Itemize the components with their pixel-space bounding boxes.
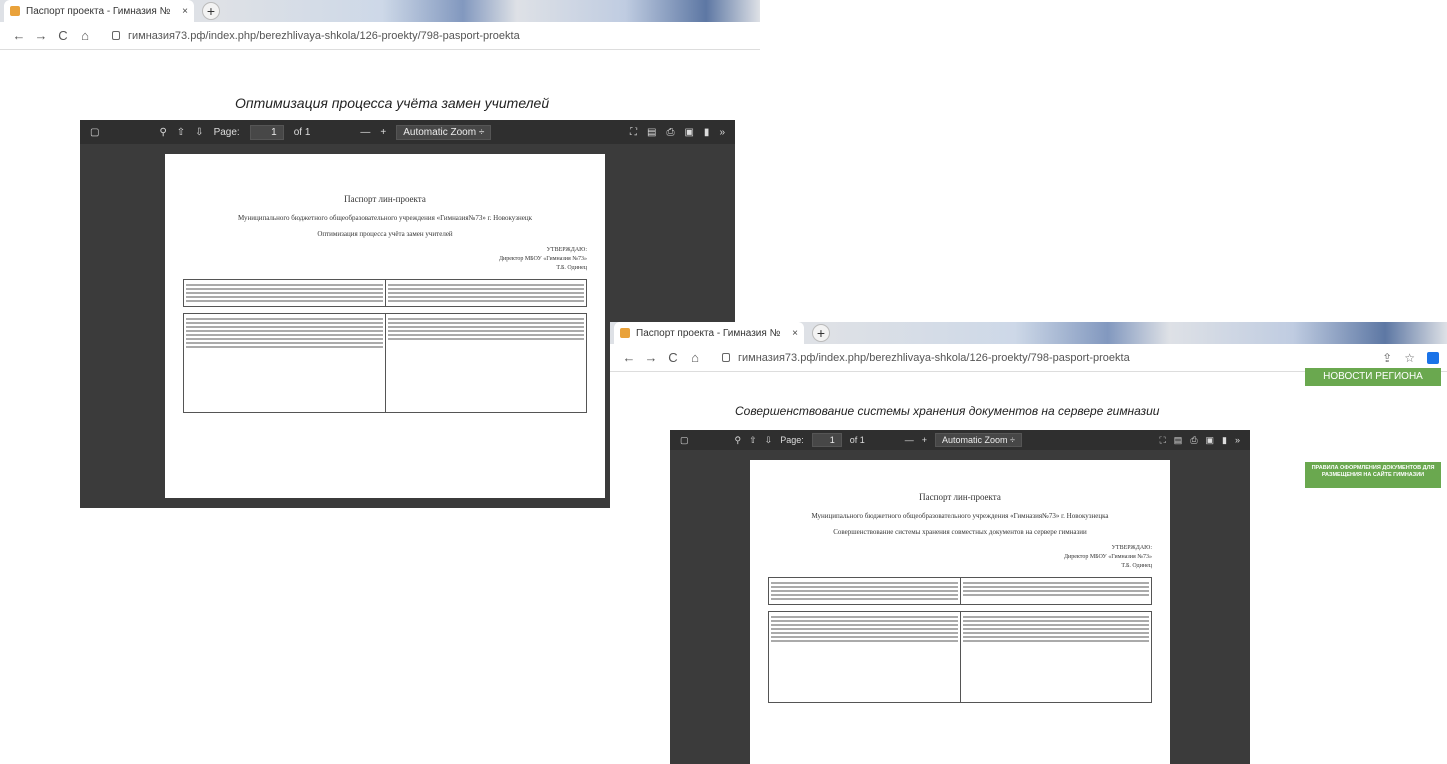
print-icon[interactable]: ⎙	[1190, 435, 1197, 446]
search-icon[interactable]: ⚲	[159, 127, 166, 138]
share-icon[interactable]: ⇪	[1382, 351, 1392, 365]
sidebar-toggle-icon[interactable]: ▢	[680, 435, 689, 446]
approval-director: Директор МБОУ «Гимназия №73»	[498, 256, 587, 262]
page-label: Page:	[213, 126, 240, 138]
download-icon[interactable]: ▣	[1206, 435, 1215, 446]
bookmark-icon[interactable]: ▮	[704, 127, 710, 138]
tab-title: Паспорт проекта - Гимназия №	[26, 5, 171, 17]
tab-bar: Паспорт проекта - Гимназия № × +	[610, 322, 1447, 344]
approval-label: УТВЕРЖДАЮ:	[1111, 545, 1152, 551]
screenshot-2: Паспорт проекта - Гимназия № × + ← → C ⌂…	[610, 322, 1447, 764]
home-icon[interactable]: ⌂	[684, 350, 706, 365]
close-tab-icon[interactable]: ×	[792, 328, 798, 339]
doc-organization: Муниципального бюджетного общеобразовате…	[237, 214, 533, 222]
presentation-icon[interactable]: ⛶	[1159, 435, 1165, 446]
tools-menu-button[interactable]: »	[1235, 435, 1240, 445]
new-tab-button[interactable]: +	[202, 2, 220, 20]
prev-page-icon[interactable]: ⇧	[749, 435, 757, 446]
doc-cell-right	[961, 612, 1152, 702]
address-bar: ← → C ⌂ гимназия73.рф/index.php/berezhli…	[0, 22, 760, 50]
doc-table-top	[183, 279, 587, 307]
approval-name: Т.Б. Одинец	[556, 265, 587, 271]
doc-cell-right	[386, 280, 587, 306]
doc-approval: УТВЕРЖДАЮ: Директор МБОУ «Гимназия №73» …	[768, 544, 1152, 571]
url-field[interactable]: гимназия73.рф/index.php/berezhlivaya-shk…	[738, 352, 1130, 364]
pdf-page: Паспорт лин-проекта Муниципального бюдже…	[750, 460, 1170, 764]
next-page-icon[interactable]: ⇩	[765, 435, 773, 446]
lock-icon[interactable]	[722, 353, 730, 362]
forward-icon[interactable]: →	[640, 350, 662, 365]
doc-table-bottom	[183, 313, 587, 413]
zoom-out-button[interactable]: —	[905, 435, 914, 445]
doc-organization: Муниципального бюджетного общеобразовате…	[811, 512, 1109, 520]
doc-cell-right	[386, 314, 587, 412]
browser-tab[interactable]: Паспорт проекта - Гимназия № ×	[4, 0, 194, 22]
prev-page-icon[interactable]: ⇧	[177, 127, 185, 138]
pdf-viewer: ▢ ⚲ ⇧ ⇩ Page: 1 of 1 — + Automatic Zoom …	[670, 430, 1250, 764]
news-region-button[interactable]: НОВОСТИ РЕГИОНА	[1305, 368, 1441, 386]
zoom-in-button[interactable]: +	[922, 435, 927, 445]
page-label: Page:	[780, 435, 804, 445]
doc-cell-right	[961, 578, 1152, 604]
back-icon[interactable]: ←	[618, 350, 640, 365]
tab-bar: Паспорт проекта - Гимназия № × +	[0, 0, 760, 22]
doc-approval: УТВЕРЖДАЮ: Директор МБОУ «Гимназия №73» …	[183, 246, 587, 273]
pdf-toolbar: ▢ ⚲ ⇧ ⇩ Page: 1 of 1 — + Automatic Zoom …	[80, 120, 735, 144]
tab-bar-background	[220, 0, 760, 22]
lock-icon[interactable]	[112, 31, 120, 40]
approval-director: Директор МБОУ «Гимназия №73»	[1063, 554, 1152, 560]
page-number-input[interactable]: 1	[249, 124, 284, 140]
approval-name: Т.Б. Одинец	[1121, 563, 1152, 569]
page-count: of 1	[293, 126, 311, 138]
doc-cell-left	[769, 612, 961, 702]
close-tab-icon[interactable]: ×	[182, 6, 188, 17]
zoom-select[interactable]: Automatic Zoom ÷	[396, 124, 492, 140]
tab-title: Паспорт проекта - Гимназия №	[636, 327, 781, 339]
favicon-icon	[620, 328, 630, 338]
doc-table-top	[768, 577, 1152, 605]
doc-table-bottom	[768, 611, 1152, 703]
tools-menu-button[interactable]: »	[719, 127, 725, 138]
page-heading: Совершенствование системы хранения докум…	[735, 404, 1160, 418]
doc-project-name: Совершенствование системы хранения совме…	[833, 528, 1087, 536]
search-icon[interactable]: ⚲	[735, 435, 742, 446]
page-heading: Оптимизация процесса учёта замен учителе…	[235, 95, 550, 111]
approval-label: УТВЕРЖДАЮ:	[546, 247, 587, 253]
zoom-select[interactable]: Automatic Zoom ÷	[935, 433, 1022, 447]
next-page-icon[interactable]: ⇩	[195, 127, 203, 138]
doc-title: Паспорт лин-проекта	[344, 194, 426, 204]
url-field[interactable]: гимназия73.рф/index.php/berezhlivaya-shk…	[128, 30, 520, 42]
doc-cell-left	[184, 280, 386, 306]
presentation-icon[interactable]: ⛶	[630, 127, 637, 138]
rules-button[interactable]: ПРАВИЛА ОФОРМЛЕНИЯ ДОКУМЕНТОВ ДЛЯ РАЗМЕЩ…	[1305, 462, 1441, 488]
reload-icon[interactable]: C	[52, 28, 74, 43]
tab-bar-background	[830, 322, 1447, 344]
forward-icon[interactable]: →	[30, 28, 52, 43]
home-icon[interactable]: ⌂	[74, 28, 96, 43]
open-file-icon[interactable]: ▤	[1174, 435, 1183, 446]
reload-icon[interactable]: C	[662, 350, 684, 365]
pdf-toolbar: ▢ ⚲ ⇧ ⇩ Page: 1 of 1 — + Automatic Zoom …	[670, 430, 1250, 450]
pdf-page: Паспорт лин-проекта Муниципального бюдже…	[165, 154, 605, 498]
browser-tab[interactable]: Паспорт проекта - Гимназия № ×	[614, 322, 804, 344]
sidebar-toggle-icon[interactable]: ▢	[90, 127, 99, 138]
doc-title: Паспорт лин-проекта	[919, 492, 1001, 502]
doc-cell-left	[184, 314, 386, 412]
back-icon[interactable]: ←	[8, 28, 30, 43]
open-file-icon[interactable]: ▤	[647, 127, 656, 138]
bookmark-icon[interactable]: ▮	[1222, 435, 1227, 446]
doc-cell-left	[769, 578, 961, 604]
favicon-icon	[10, 6, 20, 16]
toolbar-right: ⇪ ☆	[1382, 351, 1439, 365]
new-tab-button[interactable]: +	[812, 324, 830, 342]
download-icon[interactable]: ▣	[684, 127, 693, 138]
page-count: of 1	[849, 435, 865, 445]
print-icon[interactable]: ⎙	[666, 127, 674, 138]
star-icon[interactable]: ☆	[1404, 351, 1415, 365]
extension-icon[interactable]	[1427, 351, 1439, 364]
zoom-out-button[interactable]: —	[360, 127, 370, 138]
zoom-in-button[interactable]: +	[380, 127, 386, 138]
page-number-input[interactable]: 1	[811, 433, 842, 447]
doc-project-name: Оптимизация процесса учёта замен учителе…	[317, 230, 453, 238]
